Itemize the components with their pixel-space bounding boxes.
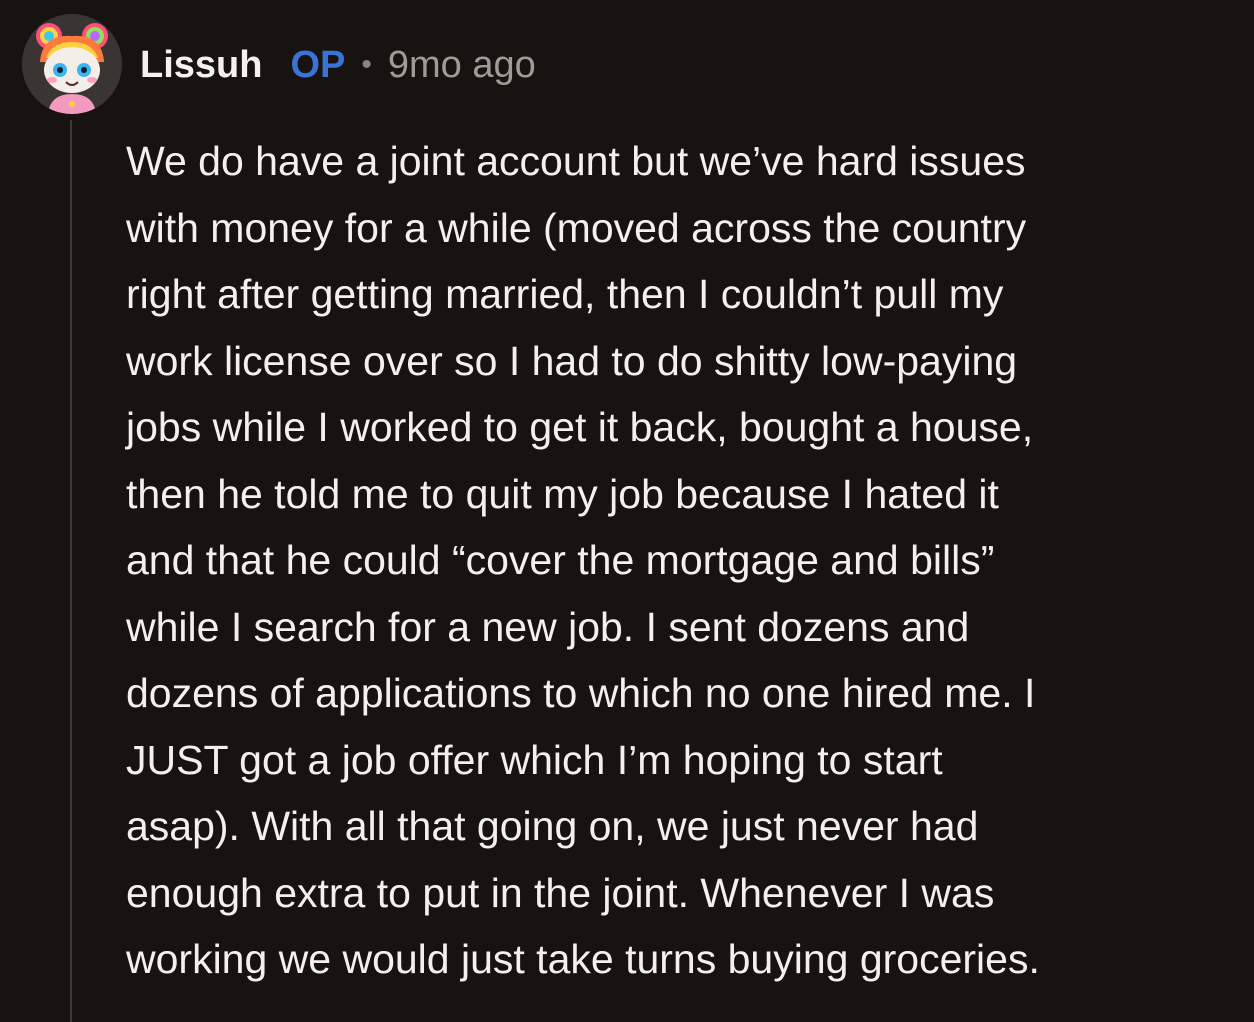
comment-line: and that he could “cover the mortgage an… bbox=[126, 537, 995, 583]
comment-line: JUST got a job offer which I’m hoping to… bbox=[126, 736, 943, 783]
comment-line: work license over so I had to do shitty … bbox=[126, 337, 1018, 384]
comment-header: Lissuh OP • 9mo ago bbox=[140, 40, 536, 90]
username-link[interactable]: Lissuh bbox=[140, 44, 262, 87]
comment-line: asap). With all that going on, we just n… bbox=[126, 803, 979, 849]
comment-line: working we would just take turns buying … bbox=[126, 936, 1040, 982]
thread-line bbox=[70, 120, 72, 1022]
timestamp[interactable]: 9mo ago bbox=[388, 44, 536, 87]
comment-line: right after getting married, then I coul… bbox=[126, 271, 1004, 317]
comment-line: with money for a while (moved across the… bbox=[126, 204, 1027, 251]
comment-line: while I search for a new job. I sent doz… bbox=[126, 603, 970, 650]
separator-dot: • bbox=[361, 48, 372, 81]
avatar-illustration-icon bbox=[22, 14, 122, 114]
comment-line: jobs while I worked to get it back, boug… bbox=[126, 404, 1034, 450]
comment-body: We do have a joint account but we’ve har… bbox=[126, 128, 1236, 993]
user-avatar[interactable] bbox=[22, 14, 122, 114]
comment-line: dozens of applications to which no one h… bbox=[126, 670, 1036, 716]
comment-line: enough extra to put in the joint. Whenev… bbox=[126, 869, 995, 916]
comment-line: We do have a joint account but we’ve har… bbox=[126, 138, 1026, 184]
comment-line: then he told me to quit my job because I… bbox=[126, 470, 999, 517]
op-badge: OP bbox=[290, 43, 346, 86]
